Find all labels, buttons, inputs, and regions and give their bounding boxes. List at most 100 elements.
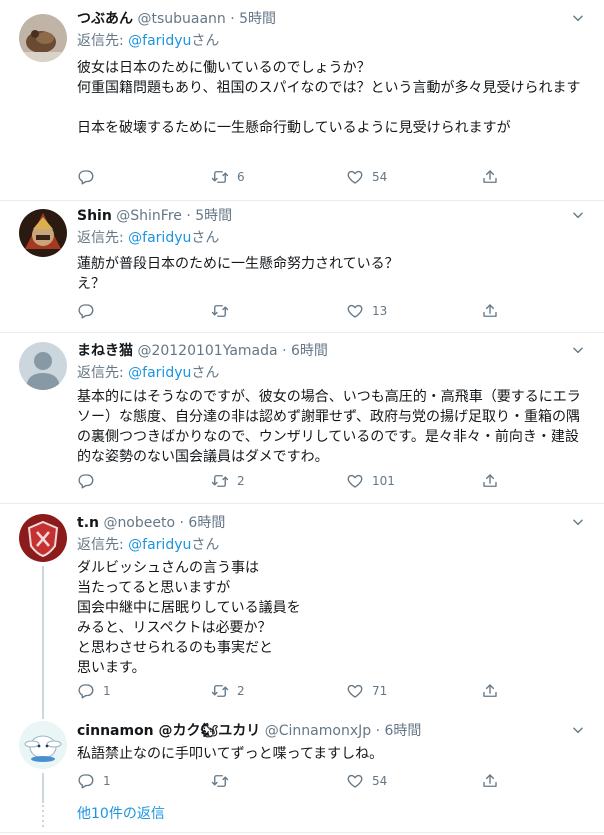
tweet[interactable]: つぶあん @tsubuaann · 5時間 返信先: @faridyuさん 彼女… bbox=[0, 0, 604, 201]
like-count: 13 bbox=[372, 304, 388, 318]
retweet-icon bbox=[211, 472, 229, 490]
reply-suffix: さん bbox=[191, 365, 220, 381]
tweet-actions: 1 2 71 bbox=[77, 681, 497, 701]
retweet-count: 2 bbox=[237, 684, 245, 698]
thread-continuation-dots bbox=[42, 805, 44, 827]
like-button[interactable]: 54 bbox=[346, 167, 387, 187]
reply-button[interactable]: 1 bbox=[77, 771, 111, 791]
reply-button[interactable]: 1 bbox=[77, 681, 111, 701]
share-button[interactable] bbox=[481, 471, 499, 491]
avatar[interactable] bbox=[19, 721, 67, 769]
thread-line bbox=[42, 713, 44, 719]
chevron-down-icon[interactable] bbox=[571, 11, 585, 25]
reply-suffix: さん bbox=[191, 230, 220, 246]
reply-button[interactable] bbox=[77, 471, 103, 491]
retweet-icon bbox=[211, 682, 229, 700]
reply-icon bbox=[77, 772, 95, 790]
timestamp[interactable]: 6時間 bbox=[188, 515, 225, 531]
like-button[interactable]: 71 bbox=[346, 681, 387, 701]
tweet-header: まねき猫 @20120101Yamada · 6時間 bbox=[77, 342, 328, 360]
tweet[interactable]: t.n @nobeeto · 6時間 返信先: @faridyuさん ダルビッシ… bbox=[0, 503, 604, 713]
retweet-icon bbox=[211, 302, 229, 320]
separator-dot: · bbox=[282, 343, 287, 359]
retweet-button[interactable]: 2 bbox=[211, 471, 245, 491]
share-button[interactable] bbox=[481, 167, 499, 187]
tweet[interactable]: cinnamon @カク🐿ユカリ @CinnamonxJp · 6時間 私語禁止… bbox=[0, 713, 604, 803]
chevron-down-icon[interactable] bbox=[571, 723, 585, 737]
retweet-button[interactable] bbox=[211, 301, 237, 321]
timestamp[interactable]: 5時間 bbox=[195, 208, 232, 224]
chevron-down-icon[interactable] bbox=[571, 515, 585, 529]
timestamp[interactable]: 6時間 bbox=[385, 723, 422, 739]
separator-dot: · bbox=[230, 11, 235, 27]
share-icon bbox=[481, 682, 499, 700]
reply-to-label: 返信先: bbox=[77, 365, 129, 381]
reply-mention-link[interactable]: @faridyu bbox=[128, 33, 191, 49]
reply-mention-link[interactable]: @faridyu bbox=[128, 230, 191, 246]
show-more-replies-link[interactable]: 他10件の返信 bbox=[77, 804, 165, 824]
tweet-actions: 2 101 bbox=[77, 471, 497, 491]
retweet-count: 6 bbox=[237, 170, 245, 184]
tweet[interactable]: まねき猫 @20120101Yamada · 6時間 返信先: @faridyu… bbox=[0, 332, 604, 504]
like-icon bbox=[346, 682, 364, 700]
like-icon bbox=[346, 168, 364, 186]
tweet-actions: 1 54 bbox=[77, 771, 497, 791]
retweet-count: 2 bbox=[237, 474, 245, 488]
display-name[interactable]: t.n bbox=[77, 515, 99, 531]
reply-mention-link[interactable]: @faridyu bbox=[128, 365, 191, 381]
avatar[interactable] bbox=[19, 342, 67, 390]
share-icon bbox=[481, 772, 499, 790]
reply-mention-link[interactable]: @faridyu bbox=[128, 537, 191, 553]
share-icon bbox=[481, 302, 499, 320]
divider bbox=[0, 832, 604, 833]
user-handle[interactable]: @tsubuaann bbox=[137, 11, 225, 27]
avatar[interactable] bbox=[19, 209, 67, 257]
display-name[interactable]: Shin bbox=[77, 208, 112, 224]
user-handle[interactable]: @20120101Yamada bbox=[137, 343, 277, 359]
reply-to-line: 返信先: @faridyuさん bbox=[77, 229, 219, 247]
display-name[interactable]: まねき猫 bbox=[77, 343, 133, 359]
share-button[interactable] bbox=[481, 301, 499, 321]
tweet-header: cinnamon @カク🐿ユカリ @CinnamonxJp · 6時間 bbox=[77, 722, 421, 740]
user-handle[interactable]: @ShinFre bbox=[116, 208, 182, 224]
like-button[interactable]: 101 bbox=[346, 471, 395, 491]
like-count: 71 bbox=[372, 684, 388, 698]
reply-to-label: 返信先: bbox=[77, 537, 129, 553]
reply-to-line: 返信先: @faridyuさん bbox=[77, 32, 219, 50]
reply-suffix: さん bbox=[191, 537, 220, 553]
chevron-down-icon[interactable] bbox=[571, 208, 585, 222]
avatar[interactable] bbox=[19, 14, 67, 62]
separator-dot: · bbox=[186, 208, 191, 224]
avatar[interactable] bbox=[19, 514, 67, 562]
retweet-button[interactable] bbox=[211, 771, 237, 791]
reply-icon bbox=[77, 302, 95, 320]
reply-button[interactable] bbox=[77, 167, 103, 187]
reply-to-line: 返信先: @faridyuさん bbox=[77, 364, 219, 382]
like-button[interactable]: 54 bbox=[346, 771, 387, 791]
tweet-header: t.n @nobeeto · 6時間 bbox=[77, 514, 225, 532]
tweet[interactable]: Shin @ShinFre · 5時間 返信先: @faridyuさん 蓮舫が普… bbox=[0, 200, 604, 333]
reply-icon bbox=[77, 472, 95, 490]
share-icon bbox=[481, 472, 499, 490]
share-button[interactable] bbox=[481, 771, 499, 791]
chevron-down-icon[interactable] bbox=[571, 343, 585, 357]
like-icon bbox=[346, 472, 364, 490]
reply-button[interactable] bbox=[77, 301, 103, 321]
tweet-text: 彼女は日本のために働いているのでしょうか？ 何重国籍問題もあり、祖国のスパイなの… bbox=[77, 60, 581, 136]
retweet-button[interactable]: 6 bbox=[211, 167, 245, 187]
retweet-icon bbox=[211, 168, 229, 186]
retweet-button[interactable]: 2 bbox=[211, 681, 245, 701]
share-button[interactable] bbox=[481, 681, 499, 701]
timestamp[interactable]: 5時間 bbox=[239, 11, 276, 27]
tweet-actions: 6 54 bbox=[77, 167, 497, 187]
display-name[interactable]: cinnamon @カク🐿ユカリ bbox=[77, 723, 260, 739]
display-name[interactable]: つぶあん bbox=[77, 11, 133, 27]
share-icon bbox=[481, 168, 499, 186]
user-handle[interactable]: @nobeeto bbox=[103, 515, 175, 531]
tweet-actions: 13 bbox=[77, 301, 497, 321]
like-button[interactable]: 13 bbox=[346, 301, 387, 321]
reply-to-label: 返信先: bbox=[77, 230, 129, 246]
timestamp[interactable]: 6時間 bbox=[291, 343, 328, 359]
user-handle[interactable]: @CinnamonxJp bbox=[265, 723, 371, 739]
tweet-header: Shin @ShinFre · 5時間 bbox=[77, 207, 232, 225]
